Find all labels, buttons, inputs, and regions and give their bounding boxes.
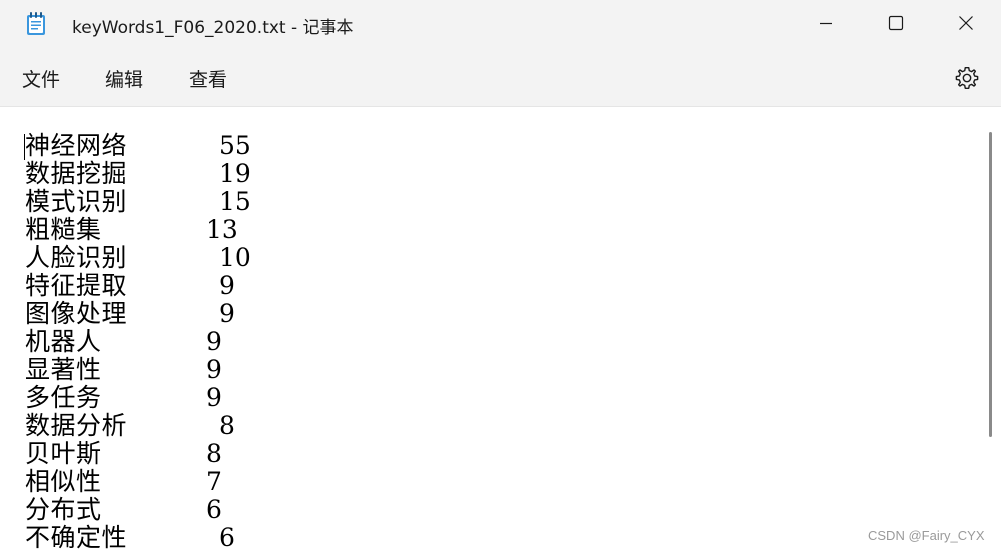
menu-edit[interactable]: 编辑 [105, 65, 143, 92]
keyword: 机器人 [25, 327, 102, 356]
document-lines: 神经网络 55 数据挖掘 19 模式识别 15 粗糙集 13 人脸识别 10 特征提取 9 … [25, 132, 251, 552]
close-icon [959, 16, 973, 30]
text-line: 机器人 9 [25, 328, 251, 356]
menu-view[interactable]: 查看 [189, 65, 227, 92]
title-bar[interactable]: keyWords1_F06_2020.txt - 记事本 [0, 0, 1001, 48]
vertical-scrollbar[interactable] [986, 107, 1001, 554]
text-line: 神经网络 55 [25, 132, 251, 160]
keyword: 图像处理 [25, 299, 128, 328]
text-line: 粗糙集 13 [25, 216, 251, 244]
keyword: 不确定性 [25, 523, 128, 552]
keyword: 人脸识别 [25, 243, 128, 272]
keyword-count: 9 [219, 271, 235, 300]
text-line: 图像处理 9 [25, 300, 251, 328]
text-line: 分布式 6 [25, 496, 251, 524]
keyword: 粗糙集 [25, 215, 102, 244]
window-title: keyWords1_F06_2020.txt - 记事本 [72, 18, 354, 38]
keyword: 神经网络 [25, 131, 128, 160]
keyword: 数据分析 [25, 411, 128, 440]
keyword-count: 9 [206, 383, 222, 412]
gear-icon[interactable] [954, 65, 980, 91]
keyword-count: 55 [219, 131, 251, 160]
text-line: 数据分析 8 [25, 412, 251, 440]
scrollbar-thumb[interactable] [989, 132, 992, 437]
keyword-count: 7 [206, 467, 222, 496]
keyword-count: 19 [219, 159, 251, 188]
watermark: CSDN @Fairy_CYX [868, 528, 985, 543]
minimize-button[interactable] [791, 0, 861, 46]
text-line: 相似性 7 [25, 468, 251, 496]
keyword-count: 8 [206, 439, 222, 468]
text-line: 贝叶斯 8 [25, 440, 251, 468]
keyword: 模式识别 [25, 187, 128, 216]
keyword-count: 13 [206, 215, 238, 244]
text-line: 显著性 9 [25, 356, 251, 384]
keyword-count: 6 [219, 523, 235, 552]
keyword-count: 8 [219, 411, 235, 440]
maximize-button[interactable] [861, 0, 931, 46]
keyword-count: 15 [219, 187, 251, 216]
keyword-count: 9 [219, 299, 235, 328]
keyword: 数据挖掘 [25, 159, 128, 188]
text-line: 数据挖掘 19 [25, 160, 251, 188]
text-line: 不确定性 6 [25, 524, 251, 552]
text-caret [24, 134, 25, 160]
close-button[interactable] [931, 0, 1001, 46]
maximize-icon [888, 15, 904, 31]
text-line: 特征提取 9 [25, 272, 251, 300]
keyword-count: 9 [206, 327, 222, 356]
keyword-count: 10 [219, 243, 251, 272]
keyword: 分布式 [25, 495, 102, 524]
keyword: 显著性 [25, 355, 102, 384]
text-line: 人脸识别 10 [25, 244, 251, 272]
keyword: 相似性 [25, 467, 102, 496]
text-line: 多任务 9 [25, 384, 251, 412]
text-line: 模式识别 15 [25, 188, 251, 216]
minimize-icon [820, 22, 832, 25]
notepad-icon [27, 12, 45, 35]
keyword: 多任务 [25, 383, 102, 412]
keyword-count: 6 [206, 495, 222, 524]
keyword: 贝叶斯 [25, 439, 102, 468]
keyword: 特征提取 [25, 271, 128, 300]
keyword-count: 9 [206, 355, 222, 384]
menu-bar: 文件 编辑 查看 [0, 48, 1001, 107]
menu-file[interactable]: 文件 [22, 65, 60, 92]
text-editor[interactable]: 神经网络 55 数据挖掘 19 模式识别 15 粗糙集 13 人脸识别 10 特征提取 9 … [0, 107, 986, 554]
